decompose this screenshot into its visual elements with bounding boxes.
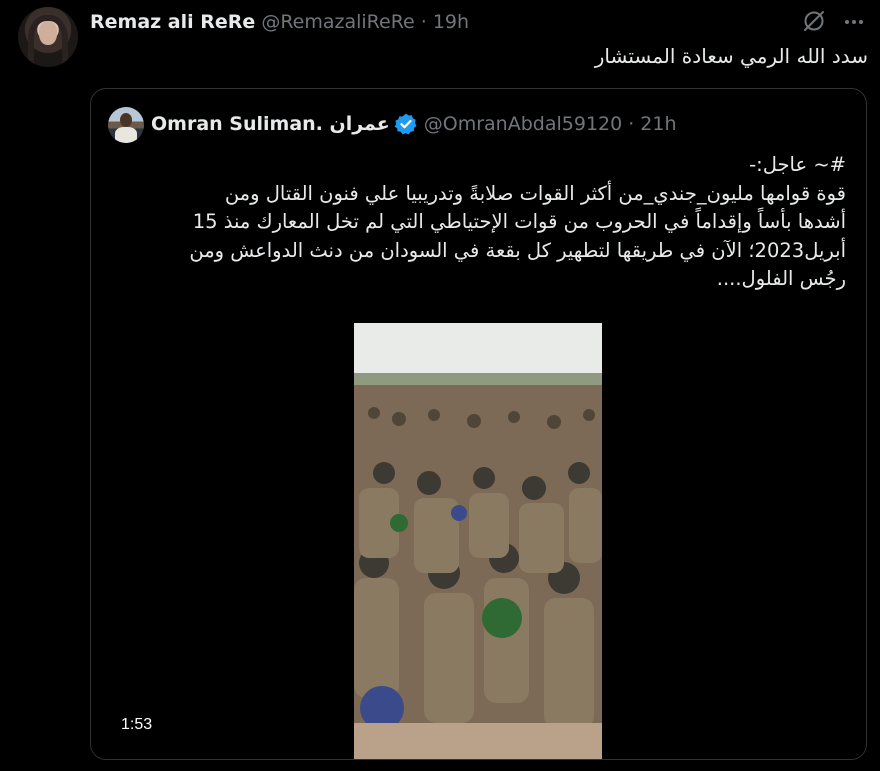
verified-badge-icon — [394, 113, 417, 135]
tweet-text: سدد الله الرمي سعادة المستشار — [594, 44, 868, 68]
video-player[interactable]: 1:53 — [91, 323, 866, 759]
quote-author-name[interactable]: Omran Suliman. عمران — [151, 113, 390, 135]
quote-text-line: رجُس الفلول.... — [716, 267, 846, 291]
timestamp[interactable]: 19h — [433, 11, 469, 33]
quote-author-handle[interactable]: @OmranAbdal59120 — [424, 113, 622, 135]
separator-dot: · — [420, 11, 427, 33]
quote-text-line: #~ عاجل:- — [749, 153, 846, 176]
quote-text-line: أبريل2023؛ الآن في طريقها لتطهير كل بقعة… — [189, 238, 846, 262]
crowd-image — [354, 323, 602, 759]
quote-separator-dot: · — [628, 113, 635, 135]
quote-header: Omran Suliman. عمران @OmranAbdal59120 · … — [151, 110, 676, 138]
quote-text: #~ عاجل:- قوة قوامها مليون_جندي_من أكثر … — [189, 151, 846, 294]
more-dots-icon[interactable] — [840, 8, 868, 36]
quote-timestamp[interactable]: 21h — [640, 113, 676, 135]
video-thumbnail[interactable] — [354, 323, 602, 759]
avatar[interactable] — [18, 7, 78, 67]
author-handle[interactable]: @RemazaliReRe — [261, 11, 414, 33]
tweet-header: Remaz ali ReRe @RemazaliReRe · 19h — [90, 9, 469, 35]
author-name[interactable]: Remaz ali ReRe — [90, 11, 255, 33]
grok-slash-icon[interactable] — [801, 8, 827, 34]
quote-text-line: قوة قوامها مليون_جندي_من أكثر القوات صلا… — [224, 181, 846, 205]
quote-text-line: أشدها بأساً وإقداماً في الحروب من قوات ا… — [192, 210, 846, 234]
quoted-tweet[interactable]: Omran Suliman. عمران @OmranAbdal59120 · … — [90, 88, 867, 760]
video-duration: 1:53 — [121, 716, 153, 733]
quote-avatar[interactable] — [108, 107, 144, 143]
